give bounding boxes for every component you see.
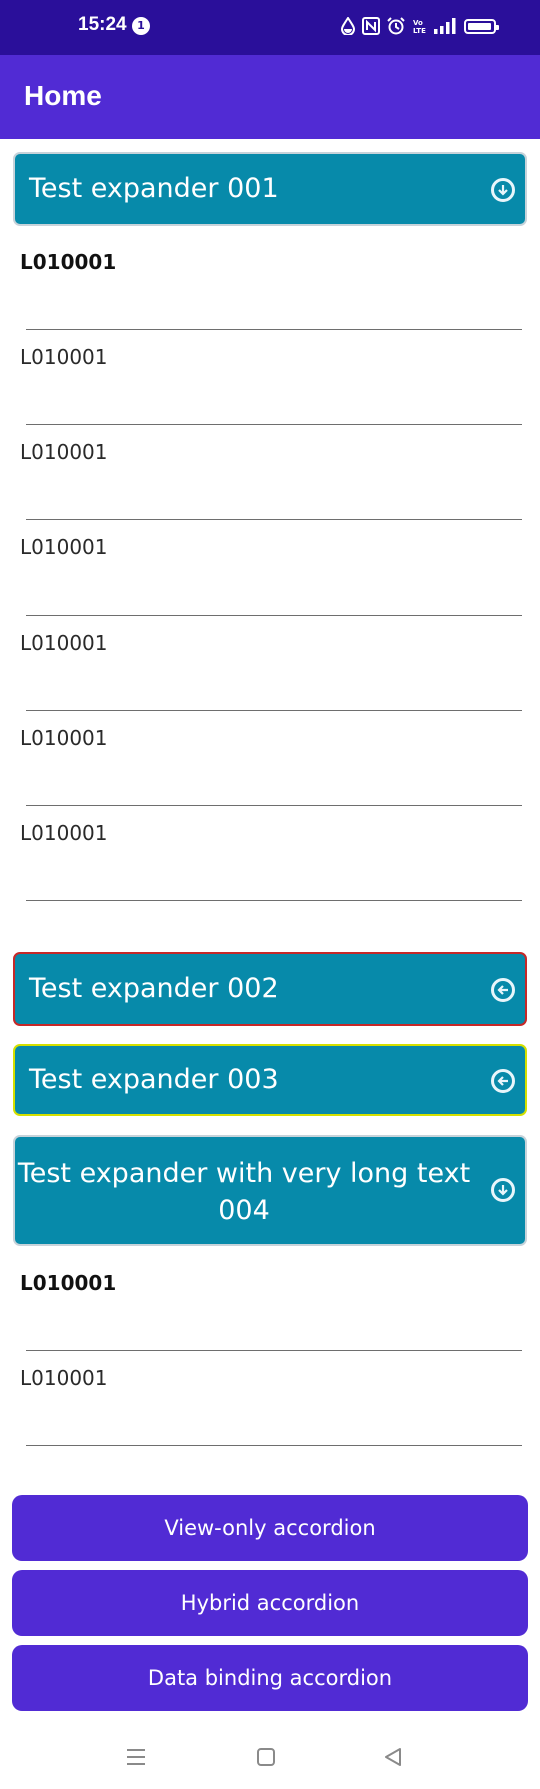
list-item-label: L010001 (20, 440, 108, 464)
chevron-left-circle-icon (491, 978, 515, 1002)
entry-field[interactable] (26, 329, 522, 330)
entry-field[interactable] (26, 805, 522, 806)
entry-field[interactable] (26, 1445, 522, 1446)
notification-count-badge: 1 (132, 17, 150, 35)
home-square-icon[interactable] (257, 1748, 275, 1766)
expander-004-header[interactable]: Test expander with very long text 004 (13, 1135, 527, 1246)
expander-002-header[interactable]: Test expander 002 (13, 952, 527, 1026)
status-time: 15:24 (78, 14, 127, 35)
status-icons: Vo LTE (341, 15, 499, 37)
status-bar: 15:24 1 Vo LTE (0, 0, 540, 55)
entry-field[interactable] (26, 519, 522, 520)
hybrid-accordion-button[interactable]: Hybrid accordion (12, 1570, 528, 1636)
entry-field[interactable] (26, 1350, 522, 1351)
list-item-label: L010001 (20, 535, 108, 559)
list-item-label: L010001 (20, 821, 108, 845)
expander-header-label: Test expander 003 (29, 1064, 279, 1095)
chevron-down-circle-icon (491, 178, 515, 202)
svg-text:Vo: Vo (413, 19, 423, 27)
nfc-icon (362, 17, 380, 35)
list-item-label: L010001 (20, 1366, 108, 1390)
system-nav-bar (0, 1728, 540, 1789)
alarm-icon (387, 17, 405, 35)
list-item-label: L010001 (20, 631, 108, 655)
signal-icon (434, 18, 456, 34)
battery-icon (464, 18, 499, 34)
entry-field[interactable] (26, 615, 522, 616)
data-saver-icon (341, 17, 355, 35)
back-triangle-icon[interactable] (384, 1748, 402, 1766)
list-item-label: L010001 (20, 726, 108, 750)
data-binding-accordion-button[interactable]: Data binding accordion (12, 1645, 528, 1711)
menu-icon[interactable] (126, 1748, 146, 1766)
list-item-label: L010001 (20, 1271, 117, 1295)
svg-text:LTE: LTE (413, 27, 426, 35)
volte-icon: VoLTE (413, 19, 426, 35)
chevron-left-circle-icon (491, 1069, 515, 1093)
expander-003-header[interactable]: Test expander 003 (13, 1044, 527, 1116)
app-bar: Home (0, 55, 540, 139)
entry-field[interactable] (26, 424, 522, 425)
view-only-accordion-button[interactable]: View-only accordion (12, 1495, 528, 1561)
expander-header-label: Test expander 001 (29, 173, 279, 204)
list-item-label: L010001 (20, 250, 117, 274)
chevron-down-circle-icon (491, 1178, 515, 1202)
entry-field[interactable] (26, 710, 522, 711)
expander-header-label: Test expander 002 (29, 973, 279, 1004)
expander-001-header[interactable]: Test expander 001 (13, 152, 527, 226)
list-item-label: L010001 (20, 345, 108, 369)
entry-field[interactable] (26, 900, 522, 901)
expander-header-label: Test expander with very long text 004 (17, 1158, 471, 1226)
page-title: Home (24, 80, 102, 111)
